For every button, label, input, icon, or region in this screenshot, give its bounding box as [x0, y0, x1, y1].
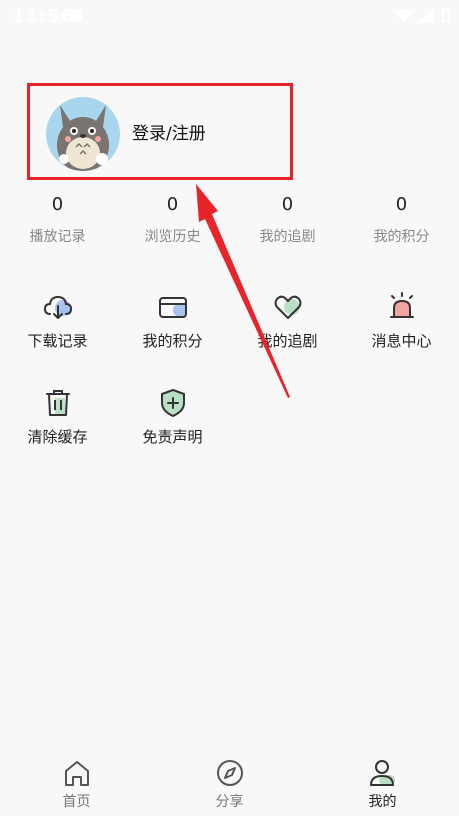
shield-icon	[160, 389, 185, 417]
stat-label: 播放记录	[29, 229, 86, 245]
stat-value: 0	[166, 194, 179, 215]
menu-download-records[interactable]: 下载记录	[0, 290, 115, 351]
stat-value: 0	[395, 194, 408, 215]
menu-label: 清除缓存	[27, 428, 88, 446]
bottom-tab-bar: 首页 分享 我的	[0, 752, 459, 816]
status-bar: 11:56	[0, 0, 459, 34]
menu-label: 我的积分	[142, 332, 203, 350]
stat-browse-history[interactable]: 0 浏览历史	[115, 193, 230, 246]
login-card[interactable]: 登录/注册	[27, 83, 293, 180]
alarm-icon	[389, 292, 414, 318]
menu-label: 下载记录	[27, 332, 88, 350]
tab-mine[interactable]: 我的	[306, 752, 459, 811]
home-icon	[64, 761, 89, 786]
stat-label: 我的追剧	[259, 229, 316, 245]
stat-label: 我的积分	[373, 229, 430, 245]
stat-label: 浏览历史	[144, 229, 201, 245]
stat-value: 0	[51, 194, 64, 215]
compass-icon	[216, 760, 243, 786]
menu-my-follows[interactable]: 我的追剧	[230, 290, 345, 351]
tab-label: 我的	[368, 794, 397, 810]
stats-row: 0 播放记录 0 浏览历史 0 我的追剧 0 我的积分	[0, 193, 459, 253]
stat-my-points[interactable]: 0 我的积分	[344, 193, 459, 246]
notification-icon	[70, 9, 82, 21]
tab-label: 分享	[215, 794, 244, 810]
tab-label: 首页	[62, 794, 91, 810]
battery-icon	[442, 8, 450, 22]
stat-value: 0	[281, 194, 294, 215]
tab-home[interactable]: 首页	[0, 752, 153, 811]
status-time: 11:56	[12, 6, 75, 27]
trash-icon	[45, 390, 70, 416]
totoro-avatar-image	[57, 105, 109, 171]
menu-label: 消息中心	[371, 332, 432, 350]
menu-my-points[interactable]: 我的积分	[115, 290, 230, 351]
signal-icon	[417, 9, 433, 23]
menu-message-center[interactable]: 消息中心	[344, 290, 459, 351]
menu-label: 免责声明	[142, 428, 203, 446]
user-icon	[369, 760, 395, 786]
heart-icon	[274, 295, 301, 319]
menu-clear-cache[interactable]: 清除缓存	[0, 386, 115, 447]
stat-my-follows[interactable]: 0 我的追剧	[230, 193, 345, 246]
tab-share[interactable]: 分享	[153, 752, 306, 811]
stat-play-history[interactable]: 0 播放记录	[0, 193, 115, 246]
login-register-link[interactable]: 登录/注册	[132, 119, 206, 144]
menu-disclaimer[interactable]: 免责声明	[115, 386, 230, 447]
wifi-icon	[395, 9, 413, 23]
cloud-download-icon	[43, 295, 72, 319]
card-icon	[158, 297, 187, 318]
avatar[interactable]	[46, 97, 120, 171]
menu-label: 我的追剧	[257, 332, 318, 350]
